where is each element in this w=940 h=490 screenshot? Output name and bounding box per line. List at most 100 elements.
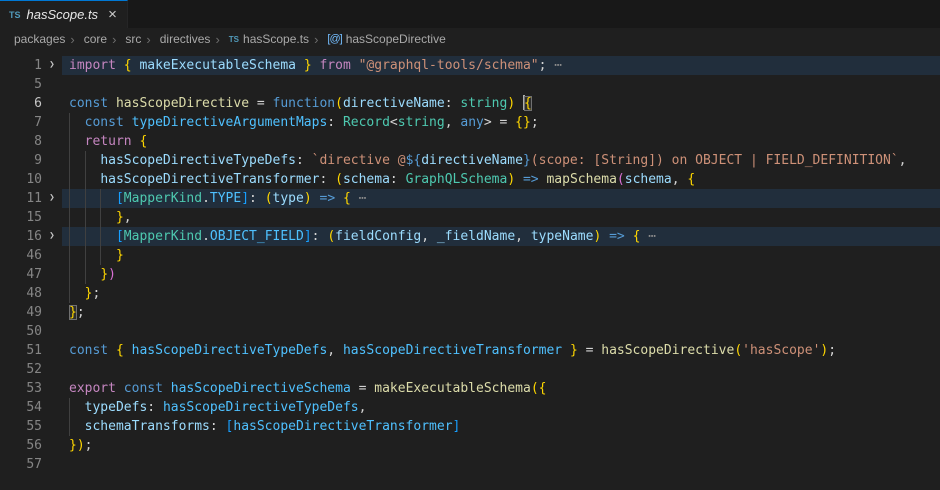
- code-line[interactable]: 57: [0, 455, 940, 474]
- code-line[interactable]: 51const { hasScopeDirectiveTypeDefs, has…: [0, 341, 940, 360]
- gutter-spacer: [42, 379, 62, 398]
- token: [124, 343, 132, 358]
- fold-chevron-icon[interactable]: ❯: [42, 189, 62, 208]
- code-text: };: [62, 303, 940, 322]
- code-line[interactable]: 6const hasScopeDirective = function(dire…: [0, 94, 940, 113]
- gutter-spacer: [42, 436, 62, 455]
- token: :: [319, 172, 335, 187]
- gutter-spacer: [42, 151, 62, 170]
- code-line[interactable]: 16❯ [MapperKind.OBJECT_FIELD]: (fieldCon…: [0, 227, 940, 246]
- breadcrumb-item[interactable]: ›TShasScope.ts: [210, 32, 309, 47]
- gutter-spacer: [42, 284, 62, 303]
- token: (: [734, 343, 742, 358]
- token: ): [77, 438, 85, 453]
- breadcrumb-item[interactable]: ›src: [107, 32, 141, 47]
- code-line[interactable]: 56});: [0, 436, 940, 455]
- token: [69, 267, 100, 282]
- breadcrumb-item[interactable]: ›[@]hasScopeDirective: [309, 32, 446, 47]
- token: {: [343, 191, 351, 206]
- token: {}: [515, 115, 531, 130]
- code-line[interactable]: 15 },: [0, 208, 940, 227]
- code-line[interactable]: 55 schemaTransforms: [hasScopeDirectiveT…: [0, 417, 940, 436]
- token: schemaTransforms: [85, 419, 210, 434]
- breadcrumb-item[interactable]: packages: [14, 32, 65, 46]
- token: .: [202, 229, 210, 244]
- token: [69, 210, 116, 225]
- fold-chevron-icon[interactable]: ❯: [42, 56, 62, 75]
- chevron-right-icon: ›: [215, 32, 219, 47]
- token: hasScopeDirectiveTransformer: [343, 343, 562, 358]
- tab-hasscope[interactable]: TS hasScope.ts ×: [0, 0, 128, 28]
- token: [69, 400, 85, 415]
- code-line[interactable]: 54 typeDefs: hasScopeDirectiveTypeDefs,: [0, 398, 940, 417]
- code-line[interactable]: 48 };: [0, 284, 940, 303]
- close-icon[interactable]: ×: [108, 7, 117, 22]
- line-number: 54: [0, 398, 42, 417]
- token: ${: [406, 153, 422, 168]
- code-line[interactable]: 7 const typeDirectiveArgumentMaps: Recor…: [0, 113, 940, 132]
- chevron-right-icon: ›: [112, 32, 116, 47]
- token: [335, 191, 343, 206]
- code-text: [62, 75, 940, 94]
- bracket-match: {: [524, 96, 532, 111]
- code-text: schemaTransforms: [hasScopeDirectiveTran…: [62, 417, 940, 436]
- code-text: },: [62, 208, 940, 227]
- code-text: [MapperKind.TYPE]: (type) => { ⋯: [62, 189, 940, 208]
- token: type: [273, 191, 304, 206]
- code-line[interactable]: 10 hasScopeDirectiveTransformer: (schema…: [0, 170, 940, 189]
- token: [69, 286, 85, 301]
- code-line[interactable]: 8 return {: [0, 132, 940, 151]
- token: hasScopeDirectiveTypeDefs: [100, 153, 296, 168]
- code-line[interactable]: 53export const hasScopeDirectiveSchema =…: [0, 379, 940, 398]
- token: :: [210, 419, 226, 434]
- token: makeExecutableSchema: [374, 381, 531, 396]
- code-line[interactable]: 1❯import { makeExecutableSchema } from "…: [0, 56, 940, 75]
- tab-title: hasScope.ts: [27, 7, 99, 22]
- code-line[interactable]: 9 hasScopeDirectiveTypeDefs: `directive …: [0, 151, 940, 170]
- code-editor[interactable]: 1❯import { makeExecutableSchema } from "…: [0, 50, 940, 490]
- token: MapperKind: [124, 191, 202, 206]
- code-line[interactable]: 5: [0, 75, 940, 94]
- code-line[interactable]: 11❯ [MapperKind.TYPE]: (type) => { ⋯: [0, 189, 940, 208]
- code-text: [62, 360, 940, 379]
- code-text: const { hasScopeDirectiveTypeDefs, hasSc…: [62, 341, 940, 360]
- token: :: [390, 172, 406, 187]
- token: =: [249, 96, 272, 111]
- token: hasScopeDirective: [601, 343, 734, 358]
- token: =>: [320, 191, 336, 206]
- code-line[interactable]: 52: [0, 360, 940, 379]
- fold-chevron-icon[interactable]: ❯: [42, 227, 62, 246]
- gutter-spacer: [42, 208, 62, 227]
- token: [515, 96, 523, 111]
- breadcrumb-label: packages: [14, 32, 65, 46]
- code-line[interactable]: 46 }: [0, 246, 940, 265]
- code-line[interactable]: 47 }): [0, 265, 940, 284]
- token: ,: [899, 153, 907, 168]
- token: ⋯: [351, 191, 367, 206]
- token: [69, 172, 100, 187]
- token: (: [265, 191, 273, 206]
- line-number: 5: [0, 75, 42, 94]
- token: }: [116, 210, 124, 225]
- token: import: [69, 58, 116, 73]
- token: {: [139, 134, 147, 149]
- breadcrumb-item[interactable]: ›core: [65, 32, 107, 47]
- token: {: [687, 172, 695, 187]
- token: ;: [77, 305, 85, 320]
- token: .: [202, 191, 210, 206]
- gutter-spacer: [42, 75, 62, 94]
- token: hasScopeDirectiveTransformer: [233, 419, 452, 434]
- code-line[interactable]: 50: [0, 322, 940, 341]
- code-text: }): [62, 265, 940, 284]
- chevron-right-icon: ›: [146, 32, 150, 47]
- gutter-spacer: [42, 94, 62, 113]
- code-text: [62, 455, 940, 474]
- token: "@graphql-tools/schema": [359, 58, 539, 73]
- token: mapSchema: [546, 172, 616, 187]
- gutter-spacer: [42, 417, 62, 436]
- token: ]: [304, 229, 312, 244]
- code-line[interactable]: 49};: [0, 303, 940, 322]
- line-number: 55: [0, 417, 42, 436]
- token: [625, 229, 633, 244]
- breadcrumb-item[interactable]: ›directives: [141, 32, 210, 47]
